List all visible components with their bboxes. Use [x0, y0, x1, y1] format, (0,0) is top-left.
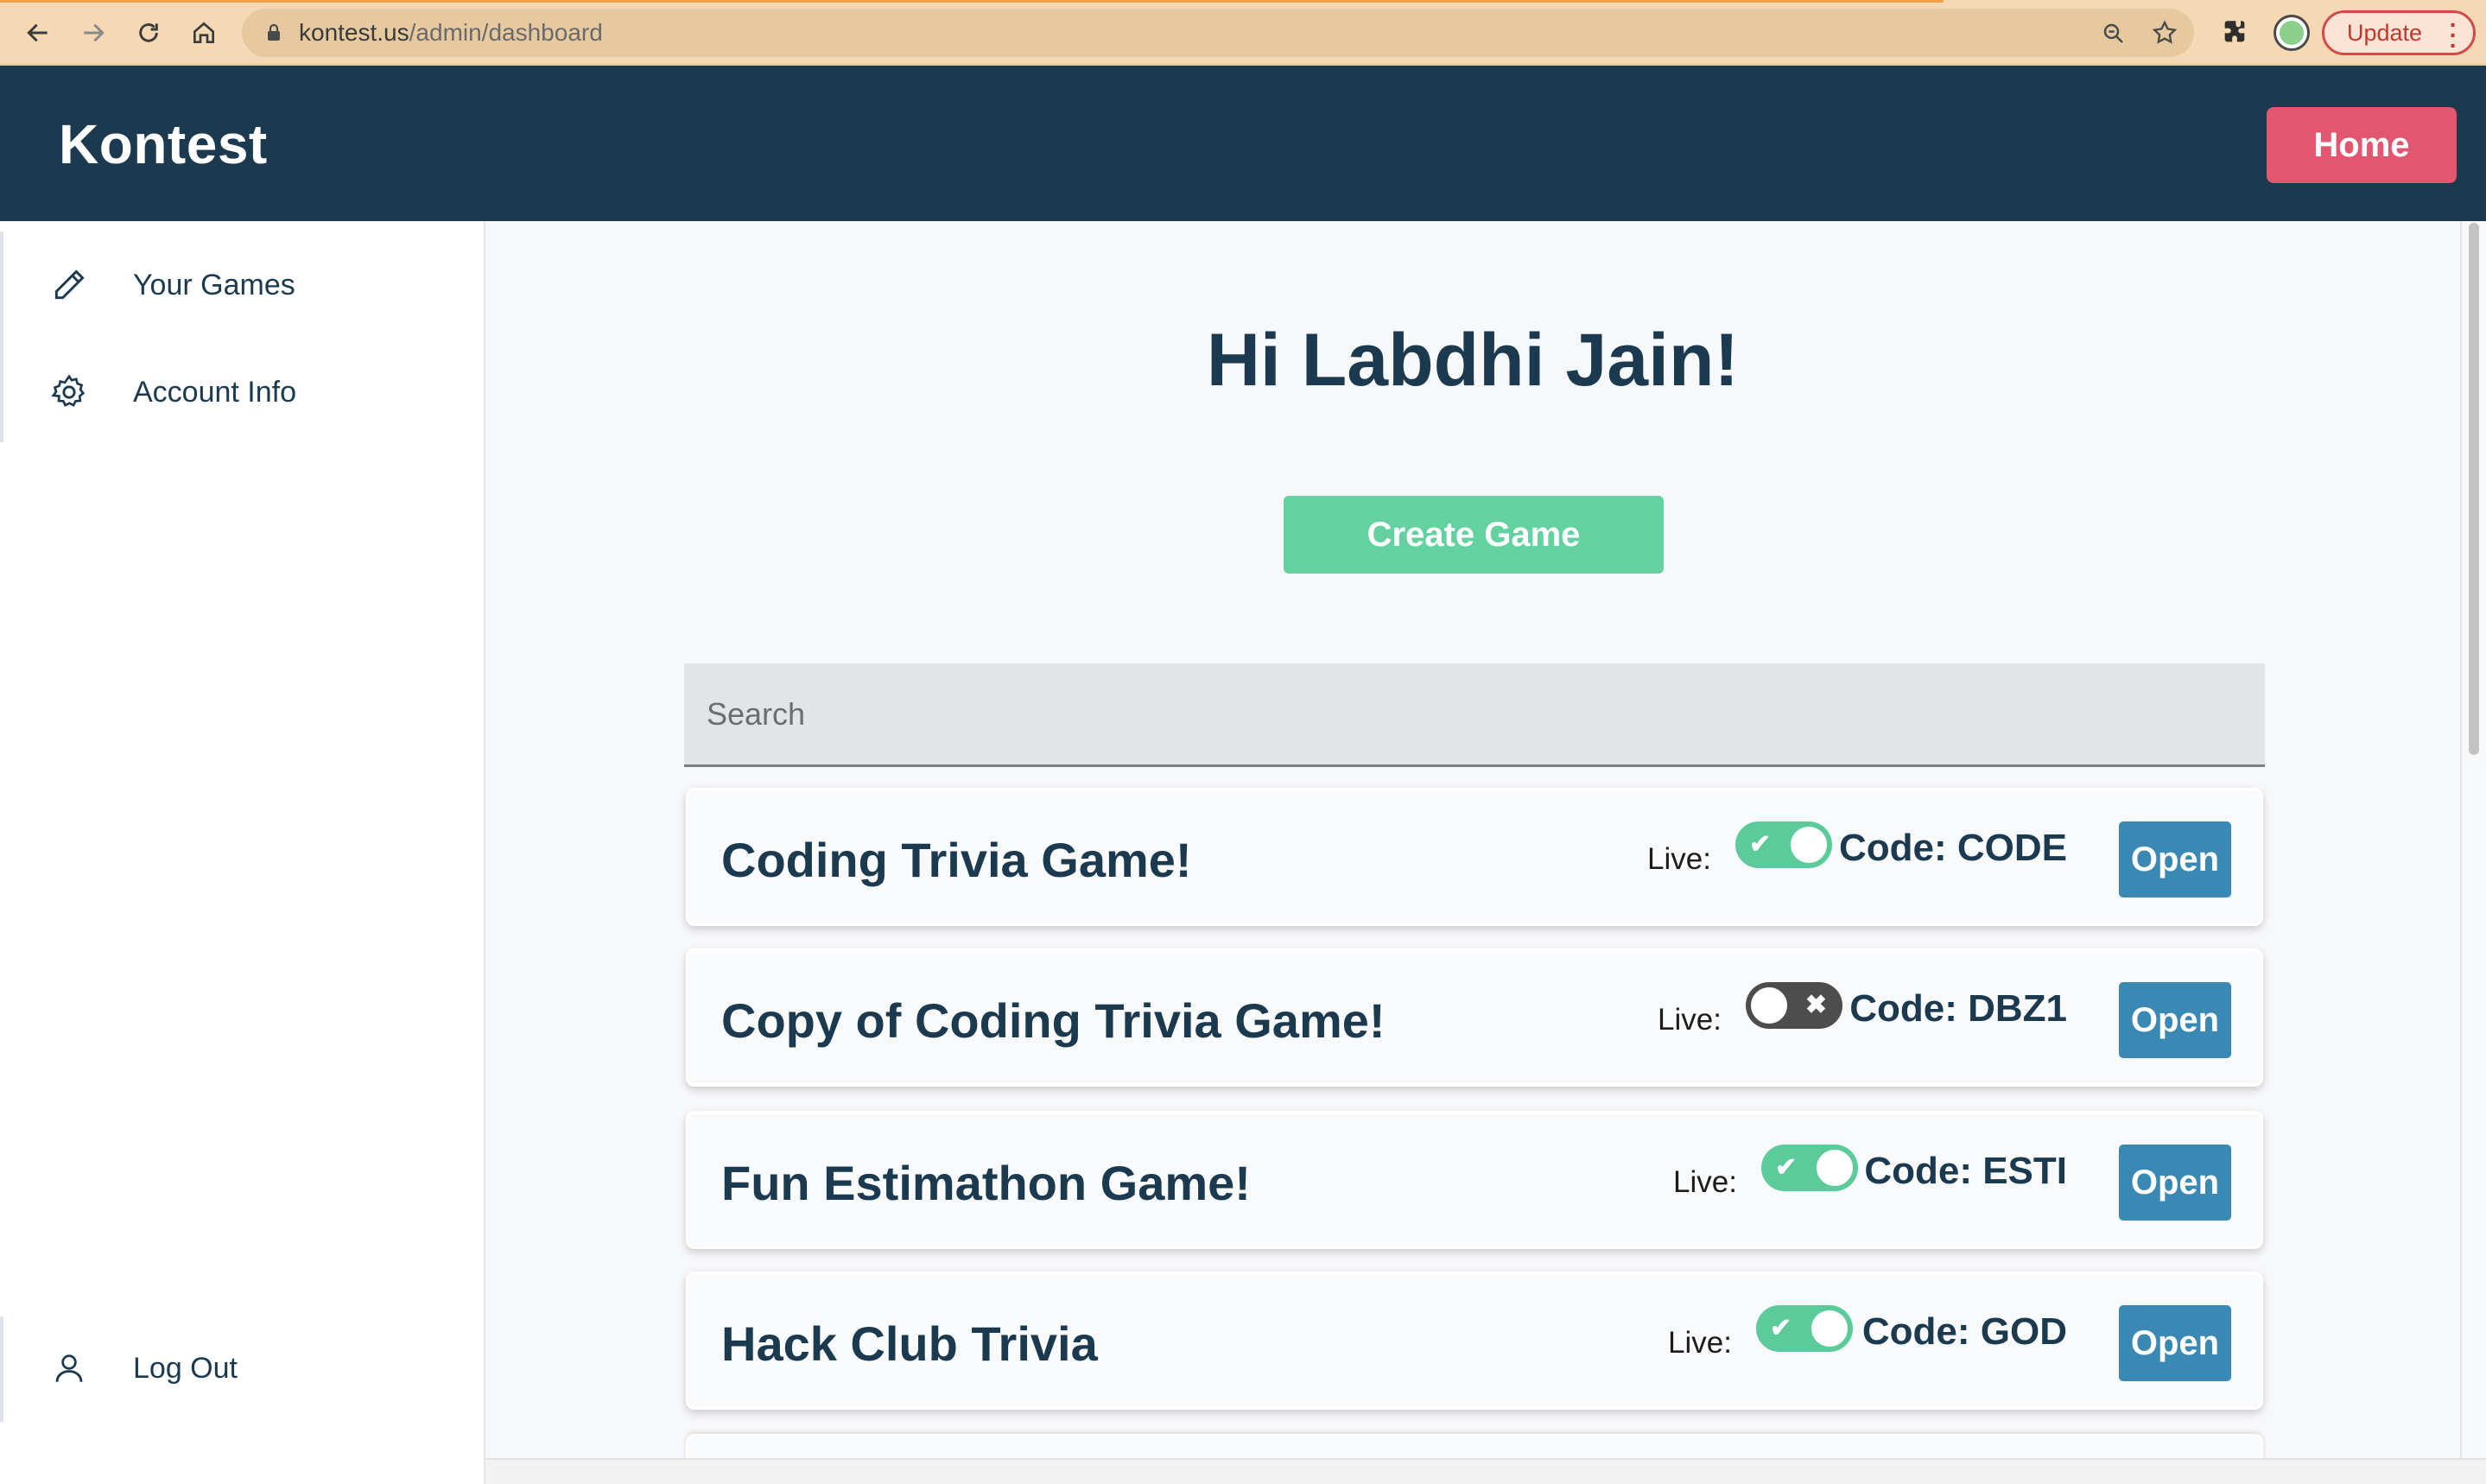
sidebar-item-label: Account Info — [133, 375, 297, 409]
sidebar-item-label: Your Games — [133, 268, 295, 301]
game-title: Fun Estimathon Game! — [721, 1156, 1251, 1210]
live-toggle[interactable]: ✔ — [1756, 1305, 1853, 1352]
close-icon: ✖ — [1804, 991, 1827, 1019]
game-title: Hack Club Trivia — [721, 1316, 1098, 1371]
sidebar-rail — [0, 1316, 3, 1422]
check-icon: ✔ — [1770, 1314, 1792, 1342]
game-title: Coding Trivia Game! — [721, 833, 1192, 887]
game-code: Code: ESTI — [1864, 1150, 2067, 1192]
app-header: Kontest Home — [0, 66, 2486, 221]
reload-icon[interactable] — [131, 16, 166, 50]
home-browser-icon[interactable] — [187, 16, 221, 50]
logout-button[interactable]: Log Out — [48, 1342, 238, 1394]
sidebar: Your Games Account Info Log Out — [0, 221, 485, 1484]
live-label: Live: — [1673, 1165, 1737, 1199]
page-title: Hi Labdhi Jain! — [1206, 319, 1740, 402]
live-label: Live: — [1668, 1326, 1732, 1360]
extensions-puzzle-icon[interactable] — [2220, 17, 2249, 51]
home-button[interactable]: Home — [2267, 107, 2457, 183]
game-code: Code: DBZ1 — [1849, 987, 2067, 1030]
game-card: Coding Trivia Game! Live: ✔ Code: CODE O… — [686, 788, 2263, 926]
user-icon — [48, 1348, 90, 1389]
open-button[interactable]: Open — [2119, 1305, 2231, 1381]
check-icon: ✔ — [1775, 1153, 1798, 1182]
live-label: Live: — [1647, 842, 1711, 876]
zoom-icon[interactable] — [2101, 21, 2127, 51]
create-game-button[interactable]: Create Game — [1284, 496, 1664, 574]
back-arrow-icon[interactable] — [21, 16, 55, 50]
forward-arrow-icon[interactable] — [76, 16, 111, 50]
browser-update-button[interactable]: Update · · · — [2322, 10, 2476, 59]
open-button[interactable]: Open — [2119, 1145, 2231, 1221]
gear-icon — [48, 371, 90, 413]
main-content: Hi Labdhi Jain! Create Game Coding Trivi… — [485, 221, 2460, 1468]
scrollbar-thumb[interactable] — [2469, 223, 2479, 755]
game-code: Code: GOD — [1861, 1310, 2067, 1353]
live-toggle[interactable]: ✔ — [1735, 821, 1832, 868]
live-label: Live: — [1658, 1003, 1722, 1037]
game-title: Copy of Coding Trivia Game! — [721, 993, 1386, 1048]
game-card: Copy of Coding Trivia Game! Live: ✖ Code… — [686, 948, 2263, 1087]
live-toggle[interactable]: ✖ — [1746, 982, 1842, 1029]
address-bar[interactable]: kontest.us/admin/dashboard — [242, 9, 2194, 57]
game-card: Hack Club Trivia Live: ✔ Code: GOD Open — [686, 1272, 2263, 1410]
brand-logo[interactable]: Kontest — [59, 112, 268, 176]
search-input[interactable] — [684, 663, 2265, 767]
check-icon: ✔ — [1749, 830, 1772, 859]
profile-avatar[interactable] — [2274, 15, 2310, 51]
lock-icon — [266, 23, 282, 47]
pencil-icon — [48, 264, 90, 306]
browser-toolbar: kontest.us/admin/dashboard Update · · · — [0, 0, 2486, 66]
more-menu-icon: · · · — [2449, 11, 2457, 59]
sidebar-rail — [0, 231, 3, 442]
url-text: kontest.us/admin/dashboard — [299, 19, 603, 46]
logout-label: Log Out — [133, 1351, 238, 1385]
open-button[interactable]: Open — [2119, 821, 2231, 897]
game-code: Code: CODE — [1839, 827, 2067, 869]
live-toggle[interactable]: ✔ — [1761, 1145, 1858, 1191]
sidebar-item-your-games[interactable]: Your Games — [48, 259, 295, 311]
sidebar-item-account-info[interactable]: Account Info — [48, 366, 296, 418]
page-load-progress — [0, 0, 1944, 3]
bookmark-star-icon[interactable] — [2151, 19, 2178, 51]
horizontal-scrollbar[interactable] — [485, 1458, 2486, 1484]
open-button[interactable]: Open — [2119, 982, 2231, 1058]
game-card: Fun Estimathon Game! Live: ✔ Code: ESTI … — [686, 1111, 2263, 1249]
